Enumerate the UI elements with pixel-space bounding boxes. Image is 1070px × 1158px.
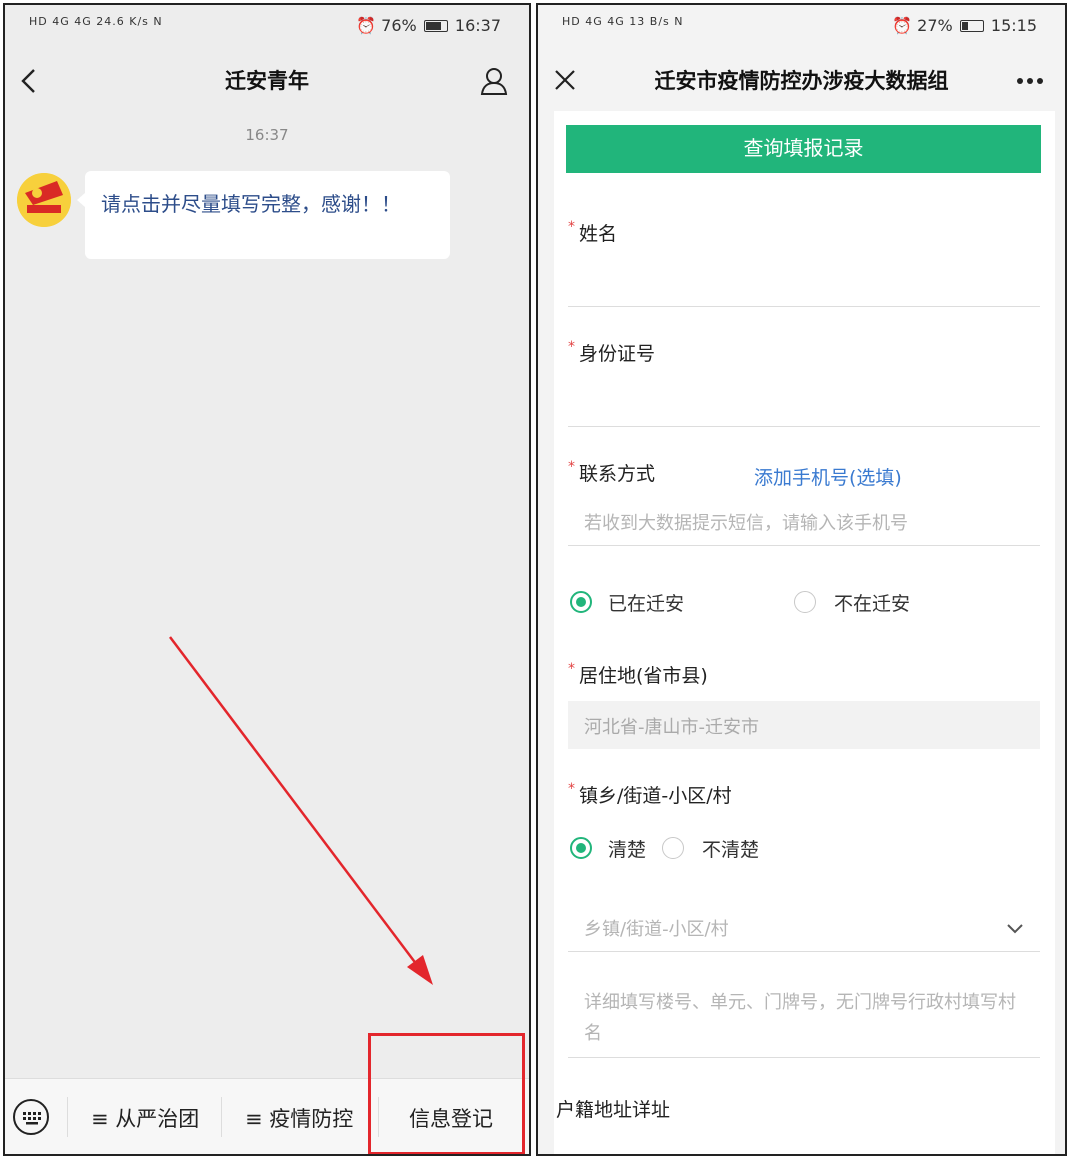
status-right: ⏰ 27% 15:15 [892, 16, 1037, 35]
clear-label: 清楚 [608, 839, 647, 861]
keyboard-toggle-icon[interactable] [13, 1099, 49, 1135]
unclear-label: 不清楚 [702, 839, 760, 861]
battery-icon [959, 20, 984, 32]
residence-value: 河北省-唐山市-迁安市 [584, 717, 759, 738]
not-in-qianan-radio[interactable] [794, 591, 816, 613]
wechat-chat-screen: HD 4G 4G 24.6 K/s N ⏰ 76% 16:37 迁安青年 16:… [3, 3, 531, 1156]
more-icon[interactable] [1017, 77, 1043, 85]
id-number-input[interactable] [568, 371, 1040, 425]
town-select[interactable]: 乡镇/街道-小区/村 [568, 915, 1040, 941]
phone-input[interactable]: 若收到大数据提示短信，请输入该手机号 [568, 509, 1040, 535]
nav-bar: 迁安市疫情防控办涉疫大数据组 [538, 49, 1065, 113]
menu-item-strict-governance[interactable]: ≡ 从严治团 [91, 1103, 199, 1133]
address-detail-input[interactable]: 详细填写楼号、单元、门牌号，无门牌号行政村填写村名 [568, 959, 1040, 1057]
in-qianan-radio[interactable] [570, 591, 592, 613]
unclear-radio[interactable] [662, 837, 684, 859]
field-underline [568, 545, 1040, 546]
contact-label: * 联系方式 [568, 459, 656, 485]
field-underline [568, 1057, 1040, 1058]
name-input[interactable] [568, 251, 1040, 305]
household-address-label: 户籍地址详址 [556, 1099, 671, 1121]
in-qianan-label: 已在迁安 [608, 593, 685, 615]
residence-select[interactable]: 河北省-唐山市-迁安市 [568, 701, 1040, 749]
status-time: 15:15 [990, 16, 1037, 35]
registration-form: 查询填报记录 * 姓名 * 身份证号 * 联系方式 添加手机号(选填) 若收到大数据提… [554, 111, 1055, 1154]
residence-label: * 居住地(省市县) [568, 661, 708, 687]
name-label: * 姓名 [568, 219, 618, 245]
add-phone-link[interactable]: 添加手机号(选填) [754, 463, 902, 490]
query-records-button[interactable]: 查询填报记录 [566, 125, 1041, 173]
field-underline [568, 951, 1040, 952]
status-bar: HD 4G 4G 13 B/s N ⏰ 27% 15:15 [538, 5, 1065, 49]
alarm-icon: ⏰ [892, 16, 913, 35]
page-title: 迁安市疫情防控办涉疫大数据组 [654, 69, 949, 93]
chevron-down-icon[interactable] [1006, 923, 1024, 935]
registration-form-screen: HD 4G 4G 13 B/s N ⏰ 27% 15:15 迁安市疫情防控办涉疫… [536, 3, 1067, 1156]
not-in-qianan-label: 不在迁安 [834, 593, 911, 615]
close-icon[interactable] [554, 69, 576, 91]
menu-item-epidemic-control[interactable]: ≡ 疫情防控 [245, 1103, 353, 1133]
menu-divider [67, 1097, 68, 1137]
red-arrow-annotation [169, 636, 433, 985]
red-highlight-box [368, 1033, 525, 1154]
field-underline [568, 426, 1040, 427]
status-left: HD 4G 4G 13 B/s N [562, 15, 684, 28]
town-label: * 镇乡/街道-小区/村 [568, 781, 732, 807]
menu-divider [221, 1097, 222, 1137]
field-underline [568, 306, 1040, 307]
battery-percent: 27% [917, 16, 953, 35]
clear-radio[interactable] [570, 837, 592, 859]
id-number-label: * 身份证号 [568, 339, 656, 365]
